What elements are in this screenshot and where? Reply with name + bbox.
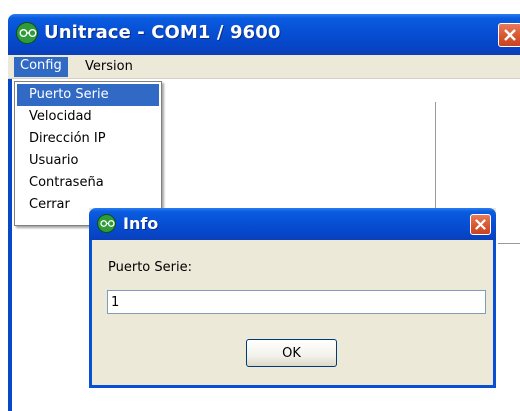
close-icon[interactable] — [498, 23, 520, 47]
menu-version[interactable]: Version — [81, 58, 137, 75]
dialog-title-bar[interactable]: Info — [89, 208, 496, 240]
dialog-frame-bottom — [89, 385, 496, 388]
menu-item-usuario[interactable]: Usuario — [17, 150, 159, 172]
window-title: Unitrace - COM1 / 9600 — [44, 22, 281, 43]
menu-config[interactable]: Config — [14, 57, 68, 77]
menu-item-velocidad[interactable]: Velocidad — [17, 106, 159, 128]
info-dialog: Info Puerto Serie: OK — [89, 208, 496, 388]
menu-item-direccion-ip[interactable]: Dirección IP — [17, 128, 159, 150]
app-glasses-icon — [16, 22, 38, 44]
menu-item-contrasena[interactable]: Contraseña — [17, 172, 159, 194]
dialog-title: Info — [123, 214, 159, 233]
window-frame-left — [8, 79, 12, 411]
dialog-frame-left — [89, 240, 92, 388]
main-title-bar[interactable]: Unitrace - COM1 / 9600 — [8, 14, 520, 55]
client-divider-horizontal — [498, 243, 520, 244]
puerto-serie-input[interactable] — [107, 290, 486, 314]
app-glasses-icon — [97, 214, 116, 233]
close-icon[interactable] — [470, 214, 491, 235]
dialog-frame-right — [493, 240, 496, 388]
menu-bar: Config Version — [8, 55, 520, 79]
menu-item-puerto-serie[interactable]: Puerto Serie — [17, 84, 159, 106]
config-dropdown-menu: Puerto Serie Velocidad Dirección IP Usua… — [14, 81, 162, 226]
puerto-serie-label: Puerto Serie: — [108, 260, 192, 275]
ok-button[interactable]: OK — [246, 339, 337, 367]
client-divider-vertical — [435, 102, 436, 222]
